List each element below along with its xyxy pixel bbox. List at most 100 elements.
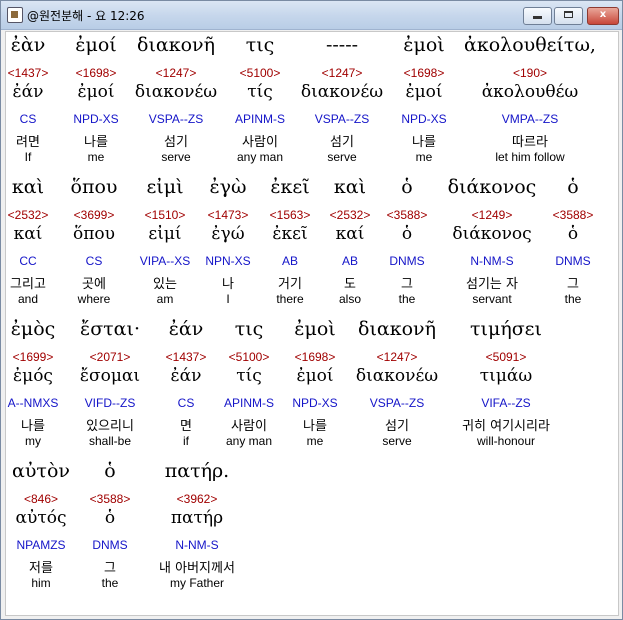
word-num: <2071> <box>89 350 131 364</box>
word-english: if <box>183 434 189 448</box>
word-num: <1247> <box>376 350 418 364</box>
word-morph: NPD-XS <box>73 112 119 126</box>
minimize-button[interactable] <box>523 7 552 25</box>
word-korean: 저를 <box>29 561 53 576</box>
interlinear-panel[interactable]: ἐὰν <1437> ἐάν CS 려면 If ἐμοί <1698> ἐμοί NPD-XS 나를… <box>5 31 619 616</box>
word-korean: 사람이 <box>242 135 278 150</box>
word-english: the <box>398 292 416 306</box>
word-lemma: ἐμός <box>13 366 53 386</box>
close-button[interactable]: x <box>587 7 619 25</box>
word-english: serve <box>327 150 357 164</box>
word-morph: CC <box>19 254 37 268</box>
word-num: <1437> <box>7 66 49 80</box>
word-english: let him follow <box>495 150 565 164</box>
word-num: <3588> <box>552 208 594 222</box>
word-morph: NPD-XS <box>292 396 338 410</box>
word-morph: NPD-XS <box>401 112 447 126</box>
word-greek: καὶ <box>11 176 45 198</box>
word-morph: VIFA--ZS <box>481 396 531 410</box>
word-korean: 사람이 <box>231 419 267 434</box>
word-lemma: διακονέω <box>134 82 218 102</box>
word-greek: τις <box>245 34 275 56</box>
word-greek: ἐμοὶ <box>294 318 336 340</box>
word-morph: VMPA--ZS <box>501 112 559 126</box>
word-lemma: πατήρ <box>170 508 224 528</box>
word-greek: διακονῆ <box>358 318 436 340</box>
word-greek: τιμήσει <box>470 318 542 340</box>
word-morph: APINM-S <box>223 396 275 410</box>
word-morph: VIPA--XS <box>139 254 191 268</box>
word-korean: 거기 <box>278 277 302 292</box>
word-greek: ἐάν <box>168 318 204 340</box>
word-english: me <box>87 150 105 164</box>
word-lemma: ἔσομαι <box>79 366 141 386</box>
word-english: my Father <box>169 576 225 590</box>
word-korean: 그리고 <box>10 277 46 292</box>
word-english: the <box>101 576 119 590</box>
word-english: the <box>564 292 582 306</box>
word-korean: 그 <box>401 277 413 292</box>
word-english: my <box>25 434 41 448</box>
word-greek: διάκονος <box>447 176 537 198</box>
title-bar[interactable]: @원전분해 - 요 12:26 x <box>1 1 622 30</box>
word-greek: ----- <box>325 34 359 56</box>
word-greek: ὁ <box>401 176 413 198</box>
word-lemma: ἐμοί <box>296 366 334 386</box>
word-korean: 그 <box>567 277 579 292</box>
word-korean: 섬기는 자 <box>466 277 518 292</box>
word-morph: APINM-S <box>234 112 286 126</box>
word-greek: ἔσται· <box>80 318 140 340</box>
word-num: <1473> <box>207 208 249 222</box>
word-lemma: ἐάν <box>12 82 44 102</box>
word-english: and <box>17 292 39 306</box>
app-icon <box>7 7 23 23</box>
word-num: <5100> <box>228 350 270 364</box>
word-lemma: τιμάω <box>479 366 533 386</box>
word-korean: 나를 <box>412 135 436 150</box>
word-korean: 나 <box>222 277 234 292</box>
word-english: serve <box>161 150 191 164</box>
word-num: <2532> <box>329 208 371 222</box>
word-num: <3588> <box>386 208 428 222</box>
word-num: <1699> <box>12 350 54 364</box>
word-korean: 나를 <box>21 419 45 434</box>
word-english: will-honour <box>476 434 536 448</box>
close-icon: x <box>599 9 607 20</box>
word-morph: N-NM-S <box>175 538 219 552</box>
word-english: me <box>415 150 433 164</box>
word-english: I <box>226 292 230 306</box>
word-lemma: ἀκολουθέω <box>481 82 579 102</box>
word-greek: εἰμὶ <box>146 176 184 198</box>
word-lemma: ἐγώ <box>211 224 245 244</box>
word-korean: 귀히 여기시리라 <box>462 419 550 434</box>
word-morph: CS <box>177 396 195 410</box>
word-lemma: ἐμοί <box>405 82 443 102</box>
word-korean: 나를 <box>84 135 108 150</box>
word-lemma: διακονέω <box>355 366 439 386</box>
word-morph: VSPA--ZS <box>314 112 370 126</box>
word-num: <3588> <box>89 492 131 506</box>
maximize-button[interactable] <box>554 7 583 25</box>
word-lemma: διάκονος <box>452 224 532 244</box>
word-num: <1563> <box>269 208 311 222</box>
word-korean: 있으리니 <box>86 419 134 434</box>
word-morph: VSPA--ZS <box>369 396 425 410</box>
word-num: <3962> <box>176 492 218 506</box>
word-num: <1698> <box>403 66 445 80</box>
word-english: him <box>31 576 51 590</box>
word-num: <1249> <box>471 208 513 222</box>
word-morph: N-NM-S <box>470 254 514 268</box>
word-lemma: διακονέω <box>300 82 384 102</box>
word-korean: 따르라 <box>512 135 548 150</box>
word-korean: 섬기 <box>330 135 354 150</box>
word-greek: ἐμοὶ <box>403 34 445 56</box>
word-lemma: καί <box>335 224 365 244</box>
app-window: @원전분해 - 요 12:26 x ἐὰν <1437> ἐάν CS 려면 If ἐμοί… <box>0 0 623 620</box>
word-english: where <box>77 292 111 306</box>
word-morph: A--NMXS <box>7 396 59 410</box>
word-lemma: καί <box>13 224 43 244</box>
word-lemma: ὁ <box>401 224 413 244</box>
word-morph: DNMS <box>389 254 425 268</box>
word-korean: 그 <box>104 561 116 576</box>
word-lemma: τίς <box>247 82 273 102</box>
